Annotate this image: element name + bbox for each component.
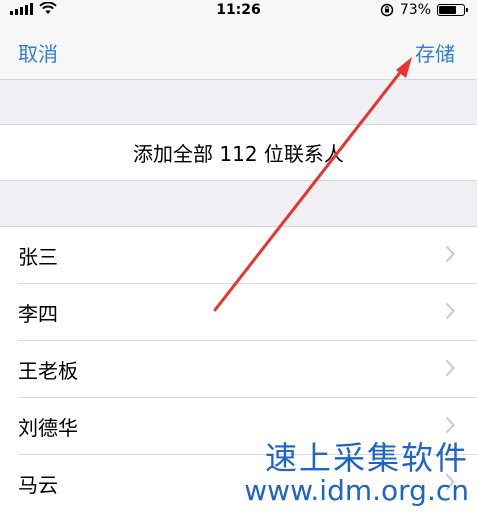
contact-name: 王老板	[18, 359, 78, 383]
contact-name: 李四	[18, 302, 58, 326]
status-right: 73%	[380, 2, 468, 18]
battery-percent: 73%	[399, 2, 431, 18]
contact-name: 刘德华	[18, 416, 78, 440]
navigation-bar: 取消 存储	[0, 22, 477, 80]
add-all-contacts-button[interactable]: 添加全部 112 位联系人	[0, 124, 477, 181]
status-bar: 11:26 73%	[0, 0, 477, 22]
add-all-label: 添加全部 112 位联系人	[133, 142, 344, 166]
chevron-right-icon	[445, 359, 455, 377]
orientation-lock-icon	[380, 3, 394, 17]
contact-name: 马云	[18, 473, 58, 497]
contact-row[interactable]: 李四	[0, 284, 477, 341]
watermark-text: 速上采集软件	[264, 439, 469, 477]
watermark: 速上采集软件 www.idm.org.cn	[244, 439, 469, 507]
chevron-right-icon	[445, 245, 455, 263]
contact-row[interactable]: 王老板	[0, 341, 477, 398]
contact-row[interactable]: 张三	[0, 227, 477, 284]
cancel-button[interactable]: 取消	[18, 38, 58, 67]
contact-name: 张三	[18, 245, 58, 269]
save-button[interactable]: 存储	[415, 38, 455, 67]
chevron-right-icon	[445, 302, 455, 320]
watermark-url: www.idm.org.cn	[244, 473, 469, 507]
chevron-right-icon	[445, 416, 455, 434]
battery-icon	[437, 4, 468, 16]
